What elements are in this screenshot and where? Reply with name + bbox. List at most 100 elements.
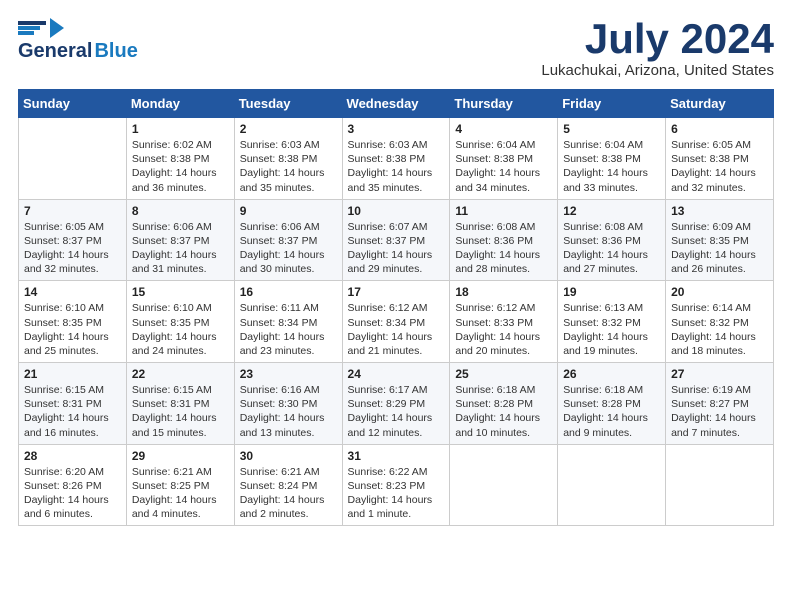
calendar-cell: 14 Sunrise: 6:10 AM Sunset: 8:35 PM Dayli…: [19, 281, 127, 363]
cell-content: Sunrise: 6:18 AM Sunset: 8:28 PM Dayligh…: [455, 383, 552, 440]
day-number: 24: [348, 367, 445, 381]
cell-content: Sunrise: 6:22 AM Sunset: 8:23 PM Dayligh…: [348, 465, 445, 522]
calendar-cell: [19, 118, 127, 200]
day-number: 27: [671, 367, 768, 381]
calendar-day-header: Saturday: [666, 90, 774, 118]
cell-content: Sunrise: 6:11 AM Sunset: 8:34 PM Dayligh…: [240, 301, 337, 358]
calendar-cell: 7 Sunrise: 6:05 AM Sunset: 8:37 PM Daylig…: [19, 199, 127, 281]
calendar-cell: 3Sunrise: 6:03 AM Sunset: 8:38 PM Daylig…: [342, 118, 450, 200]
cell-content: Sunrise: 6:04 AM Sunset: 8:38 PM Dayligh…: [455, 138, 552, 195]
calendar-cell: 9 Sunrise: 6:06 AM Sunset: 8:37 PM Daylig…: [234, 199, 342, 281]
calendar-cell: 12 Sunrise: 6:08 AM Sunset: 8:36 PM Dayli…: [558, 199, 666, 281]
calendar-cell: [450, 444, 558, 526]
calendar-day-header: Tuesday: [234, 90, 342, 118]
calendar-week-row: 28 Sunrise: 6:20 AM Sunset: 8:26 PM Dayli…: [19, 444, 774, 526]
calendar-day-header: Monday: [126, 90, 234, 118]
month-title: July 2024: [541, 18, 774, 60]
calendar-cell: 18 Sunrise: 6:12 AM Sunset: 8:33 PM Dayli…: [450, 281, 558, 363]
day-number: 7: [24, 204, 121, 218]
calendar-day-header: Thursday: [450, 90, 558, 118]
location: Lukachukai, Arizona, United States: [541, 62, 774, 79]
cell-content: Sunrise: 6:21 AM Sunset: 8:24 PM Dayligh…: [240, 465, 337, 522]
calendar-week-row: 7 Sunrise: 6:05 AM Sunset: 8:37 PM Daylig…: [19, 199, 774, 281]
day-number: 31: [348, 449, 445, 463]
calendar-cell: 10 Sunrise: 6:07 AM Sunset: 8:37 PM Dayli…: [342, 199, 450, 281]
day-number: 14: [24, 285, 121, 299]
calendar-cell: [558, 444, 666, 526]
calendar-cell: 22 Sunrise: 6:15 AM Sunset: 8:31 PM Dayli…: [126, 363, 234, 445]
calendar-cell: 4 Sunrise: 6:04 AM Sunset: 8:38 PM Daylig…: [450, 118, 558, 200]
day-number: 22: [132, 367, 229, 381]
cell-content: Sunrise: 6:03 AM Sunset: 8:38 PM Dayligh…: [240, 138, 337, 195]
cell-content: Sunrise: 6:19 AM Sunset: 8:27 PM Dayligh…: [671, 383, 768, 440]
cell-content: Sunrise: 6:05 AM Sunset: 8:37 PM Dayligh…: [24, 220, 121, 277]
cell-content: Sunrise: 6:06 AM Sunset: 8:37 PM Dayligh…: [240, 220, 337, 277]
calendar-cell: 1 Sunrise: 6:02 AM Sunset: 8:38 PM Daylig…: [126, 118, 234, 200]
calendar-cell: 5 Sunrise: 6:04 AM Sunset: 8:38 PM Daylig…: [558, 118, 666, 200]
day-number: 1: [132, 122, 229, 136]
calendar-cell: 19Sunrise: 6:13 AM Sunset: 8:32 PM Dayli…: [558, 281, 666, 363]
calendar-day-header: Wednesday: [342, 90, 450, 118]
calendar-cell: 16Sunrise: 6:11 AM Sunset: 8:34 PM Dayli…: [234, 281, 342, 363]
calendar-cell: 27 Sunrise: 6:19 AM Sunset: 8:27 PM Dayli…: [666, 363, 774, 445]
cell-content: Sunrise: 6:16 AM Sunset: 8:30 PM Dayligh…: [240, 383, 337, 440]
cell-content: Sunrise: 6:07 AM Sunset: 8:37 PM Dayligh…: [348, 220, 445, 277]
cell-content: Sunrise: 6:03 AM Sunset: 8:38 PM Dayligh…: [348, 138, 445, 195]
cell-content: Sunrise: 6:10 AM Sunset: 8:35 PM Dayligh…: [132, 301, 229, 358]
page-header: General Blue July 2024 Lukachukai, Arizo…: [18, 18, 774, 79]
day-number: 20: [671, 285, 768, 299]
day-number: 29: [132, 449, 229, 463]
calendar-cell: 17 Sunrise: 6:12 AM Sunset: 8:34 PM Dayli…: [342, 281, 450, 363]
cell-content: Sunrise: 6:04 AM Sunset: 8:38 PM Dayligh…: [563, 138, 660, 195]
calendar-table: SundayMondayTuesdayWednesdayThursdayFrid…: [18, 89, 774, 526]
day-number: 5: [563, 122, 660, 136]
calendar-cell: [666, 444, 774, 526]
cell-content: Sunrise: 6:15 AM Sunset: 8:31 PM Dayligh…: [132, 383, 229, 440]
day-number: 4: [455, 122, 552, 136]
calendar-page: General Blue July 2024 Lukachukai, Arizo…: [0, 0, 792, 612]
cell-content: Sunrise: 6:10 AM Sunset: 8:35 PM Dayligh…: [24, 301, 121, 358]
calendar-cell: 21Sunrise: 6:15 AM Sunset: 8:31 PM Dayli…: [19, 363, 127, 445]
cell-content: Sunrise: 6:12 AM Sunset: 8:34 PM Dayligh…: [348, 301, 445, 358]
cell-content: Sunrise: 6:02 AM Sunset: 8:38 PM Dayligh…: [132, 138, 229, 195]
calendar-cell: 8 Sunrise: 6:06 AM Sunset: 8:37 PM Daylig…: [126, 199, 234, 281]
calendar-cell: 13 Sunrise: 6:09 AM Sunset: 8:35 PM Dayli…: [666, 199, 774, 281]
logo: General Blue: [18, 18, 138, 63]
calendar-cell: 20 Sunrise: 6:14 AM Sunset: 8:32 PM Dayli…: [666, 281, 774, 363]
day-number: 9: [240, 204, 337, 218]
cell-content: Sunrise: 6:14 AM Sunset: 8:32 PM Dayligh…: [671, 301, 768, 358]
day-number: 19: [563, 285, 660, 299]
cell-content: Sunrise: 6:20 AM Sunset: 8:26 PM Dayligh…: [24, 465, 121, 522]
calendar-cell: 2 Sunrise: 6:03 AM Sunset: 8:38 PM Daylig…: [234, 118, 342, 200]
calendar-cell: 15Sunrise: 6:10 AM Sunset: 8:35 PM Dayli…: [126, 281, 234, 363]
day-number: 28: [24, 449, 121, 463]
cell-content: Sunrise: 6:18 AM Sunset: 8:28 PM Dayligh…: [563, 383, 660, 440]
cell-content: Sunrise: 6:17 AM Sunset: 8:29 PM Dayligh…: [348, 383, 445, 440]
cell-content: Sunrise: 6:05 AM Sunset: 8:38 PM Dayligh…: [671, 138, 768, 195]
logo-general: General: [18, 40, 92, 63]
day-number: 10: [348, 204, 445, 218]
cell-content: Sunrise: 6:08 AM Sunset: 8:36 PM Dayligh…: [563, 220, 660, 277]
cell-content: Sunrise: 6:08 AM Sunset: 8:36 PM Dayligh…: [455, 220, 552, 277]
calendar-header-row: SundayMondayTuesdayWednesdayThursdayFrid…: [19, 90, 774, 118]
cell-content: Sunrise: 6:09 AM Sunset: 8:35 PM Dayligh…: [671, 220, 768, 277]
day-number: 12: [563, 204, 660, 218]
calendar-day-header: Sunday: [19, 90, 127, 118]
day-number: 17: [348, 285, 445, 299]
cell-content: Sunrise: 6:12 AM Sunset: 8:33 PM Dayligh…: [455, 301, 552, 358]
title-block: July 2024 Lukachukai, Arizona, United St…: [541, 18, 774, 79]
calendar-cell: 31 Sunrise: 6:22 AM Sunset: 8:23 PM Dayli…: [342, 444, 450, 526]
calendar-cell: 28 Sunrise: 6:20 AM Sunset: 8:26 PM Dayli…: [19, 444, 127, 526]
calendar-cell: 25Sunrise: 6:18 AM Sunset: 8:28 PM Dayli…: [450, 363, 558, 445]
calendar-cell: 24 Sunrise: 6:17 AM Sunset: 8:29 PM Dayli…: [342, 363, 450, 445]
day-number: 2: [240, 122, 337, 136]
calendar-day-header: Friday: [558, 90, 666, 118]
cell-content: Sunrise: 6:21 AM Sunset: 8:25 PM Dayligh…: [132, 465, 229, 522]
calendar-cell: 11Sunrise: 6:08 AM Sunset: 8:36 PM Dayli…: [450, 199, 558, 281]
day-number: 8: [132, 204, 229, 218]
day-number: 18: [455, 285, 552, 299]
day-number: 13: [671, 204, 768, 218]
calendar-cell: 30Sunrise: 6:21 AM Sunset: 8:24 PM Dayli…: [234, 444, 342, 526]
cell-content: Sunrise: 6:06 AM Sunset: 8:37 PM Dayligh…: [132, 220, 229, 277]
day-number: 6: [671, 122, 768, 136]
